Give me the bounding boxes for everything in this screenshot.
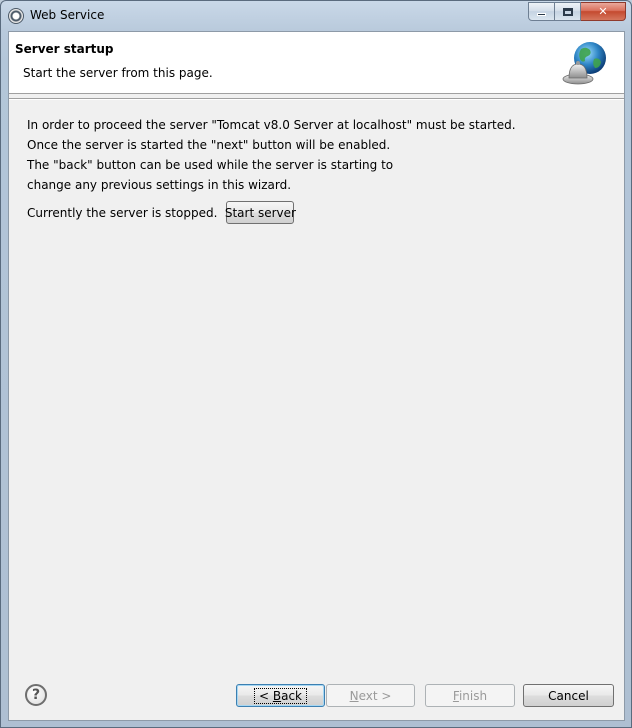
minimize-button[interactable]: [528, 2, 555, 21]
help-icon[interactable]: ?: [25, 684, 47, 706]
wizard-banner: Server startup Start the server from thi…: [9, 32, 624, 94]
wizard-content: In order to proceed the server "Tomcat v…: [27, 115, 607, 224]
maximize-icon: [562, 7, 573, 16]
banner-subtitle: Start the server from this page.: [23, 66, 213, 80]
message-line: Once the server is started the "next" bu…: [27, 138, 391, 152]
message-line: In order to proceed the server "Tomcat v…: [27, 118, 516, 132]
finish-button[interactable]: Finish: [425, 684, 515, 707]
close-button[interactable]: ✕: [581, 2, 626, 21]
finish-label: Finish: [452, 688, 488, 703]
start-server-button[interactable]: Start server: [225, 201, 296, 224]
wizard-window: Web Service ✕ Server startup Start the s…: [0, 0, 632, 728]
cancel-button[interactable]: Cancel: [523, 684, 614, 707]
close-icon: ✕: [598, 5, 608, 18]
title-bar[interactable]: Web Service ✕: [1, 1, 631, 31]
next-button[interactable]: Next >: [326, 684, 415, 707]
message-line: The "back" button can be used while the …: [27, 158, 394, 172]
banner-separator: [9, 98, 624, 100]
next-label: Next >: [349, 688, 392, 703]
server-status-row: Currently the server is stopped. Start s…: [27, 201, 296, 224]
message-line: change any previous settings in this wiz…: [27, 178, 292, 192]
window-title: Web Service: [30, 8, 105, 22]
maximize-button[interactable]: [555, 2, 581, 21]
minimize-icon: [537, 13, 546, 16]
dialog-client-area: Server startup Start the server from thi…: [8, 31, 625, 721]
back-label: < Back: [253, 687, 307, 704]
globe-bell-icon: [562, 42, 606, 85]
window-controls: ✕: [528, 2, 626, 22]
server-status-text: Currently the server is stopped.: [27, 205, 218, 220]
back-button[interactable]: < Back: [236, 684, 325, 707]
eclipse-gear-icon: [8, 8, 24, 24]
banner-title: Server startup: [15, 42, 114, 56]
